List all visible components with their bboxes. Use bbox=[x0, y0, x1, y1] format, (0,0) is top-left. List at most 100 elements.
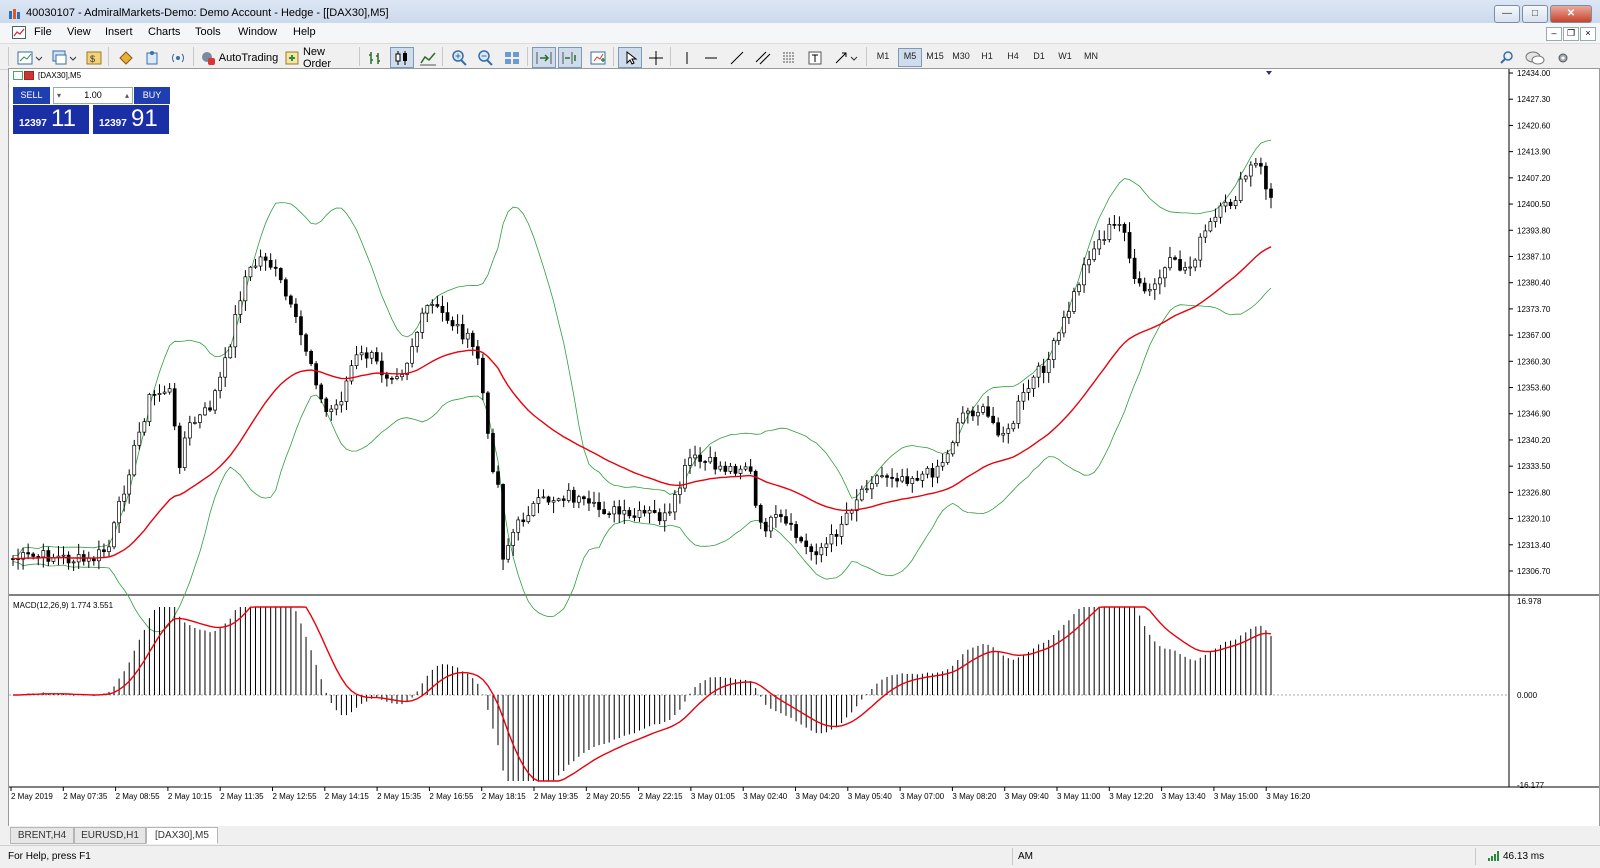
menu-insert[interactable]: Insert bbox=[105, 26, 133, 38]
lot-size-value: 1.00 bbox=[84, 90, 102, 100]
timeframe-m1[interactable]: M1 bbox=[872, 48, 894, 65]
chart-window[interactable]: [DAX30],M5 SELL ▾ 1.00 ▴ BUY 12397 11 12… bbox=[8, 68, 1600, 828]
time-tick-label: 3 May 09:40 bbox=[1005, 792, 1050, 801]
candle-bear bbox=[971, 410, 975, 417]
tile-windows-button[interactable] bbox=[500, 47, 524, 68]
mdi-restore-button[interactable]: ❐ bbox=[1563, 27, 1579, 41]
candle-bull bbox=[1011, 423, 1016, 430]
time-tick-label: 3 May 12:20 bbox=[1109, 792, 1154, 801]
tab-eurusd-h1[interactable]: EURUSD,H1 bbox=[74, 827, 146, 844]
navigator-button[interactable] bbox=[114, 47, 138, 68]
minimize-button[interactable]: — bbox=[1494, 5, 1520, 23]
vertical-line-button[interactable] bbox=[676, 47, 698, 68]
new-order-button[interactable]: New Order bbox=[283, 46, 357, 70]
line-chart-button[interactable] bbox=[416, 47, 440, 68]
profiles-button[interactable] bbox=[48, 47, 80, 68]
candle-bull bbox=[526, 515, 531, 523]
auto-scroll-button[interactable] bbox=[532, 47, 556, 68]
sell-button[interactable]: SELL bbox=[13, 87, 50, 104]
terminal-button[interactable] bbox=[140, 47, 164, 68]
fibonacci-button[interactable] bbox=[778, 47, 800, 68]
mdi-minimize-button[interactable]: – bbox=[1546, 27, 1562, 41]
timeframe-h1[interactable]: H1 bbox=[976, 48, 998, 65]
candle-bear bbox=[1127, 232, 1132, 259]
timeframe-m15[interactable]: M15 bbox=[924, 48, 946, 65]
maximize-button[interactable]: □ bbox=[1522, 5, 1548, 23]
candle-bear bbox=[779, 514, 783, 517]
price-chart: 12434.00 12427.30 12420.60 12413.90 12407.20… bbox=[9, 69, 1599, 801]
timeframe-mn[interactable]: MN bbox=[1080, 48, 1102, 65]
chat-button[interactable] bbox=[1522, 47, 1548, 68]
cursor-button[interactable] bbox=[618, 47, 642, 68]
tab-dax30-m5[interactable]: [DAX30],M5 bbox=[146, 827, 218, 844]
bar-chart-button[interactable] bbox=[364, 47, 388, 68]
zoom-out-button[interactable] bbox=[474, 47, 498, 68]
candle-bull bbox=[1233, 200, 1238, 206]
candle-bull bbox=[1193, 259, 1198, 268]
tab-brent-h4[interactable]: BRENT,H4 bbox=[10, 827, 74, 844]
new-chart-button[interactable] bbox=[14, 47, 46, 68]
time-tick-label: 3 May 01:05 bbox=[691, 792, 736, 801]
candle-bear bbox=[1264, 165, 1268, 190]
time-tick-label: 3 May 16:20 bbox=[1266, 792, 1311, 801]
sell-price-prefix: 12397 bbox=[19, 118, 47, 129]
price-tick-label: 12434.00 bbox=[1517, 69, 1551, 78]
timeframe-w1[interactable]: W1 bbox=[1054, 48, 1076, 65]
lot-increase-icon[interactable]: ▴ bbox=[125, 88, 129, 103]
candle-bull bbox=[167, 388, 172, 393]
candle-bear bbox=[283, 279, 288, 297]
price-tick-label: 12340.20 bbox=[1517, 436, 1551, 445]
menu-window[interactable]: Window bbox=[238, 26, 277, 38]
buy-button[interactable]: BUY bbox=[134, 87, 170, 104]
zoom-in-button[interactable] bbox=[448, 47, 472, 68]
candle-bear bbox=[571, 489, 576, 503]
candle-bull bbox=[213, 390, 217, 411]
lot-decrease-icon[interactable]: ▾ bbox=[57, 88, 61, 103]
trendline-button[interactable] bbox=[726, 47, 748, 68]
zoom-in-icon bbox=[452, 49, 467, 66]
menu-tools[interactable]: Tools bbox=[195, 26, 221, 38]
sell-price-box[interactable]: 12397 11 bbox=[13, 105, 89, 134]
menu-help[interactable]: Help bbox=[293, 26, 316, 38]
menu-file[interactable]: File bbox=[34, 26, 52, 38]
autotrading-button[interactable]: AutoTrading bbox=[198, 47, 280, 68]
candle-bear bbox=[698, 454, 702, 462]
candle-bear bbox=[885, 475, 889, 478]
timeframe-m5[interactable]: M5 bbox=[898, 48, 922, 67]
indicators-button[interactable] bbox=[586, 47, 610, 68]
menu-charts[interactable]: Charts bbox=[148, 26, 180, 38]
close-button[interactable]: ✕ bbox=[1550, 5, 1592, 23]
mdi-close-button[interactable]: × bbox=[1580, 27, 1596, 41]
candle-bull bbox=[1077, 284, 1081, 292]
chart-window-icon[interactable] bbox=[12, 26, 26, 39]
horizontal-line-button[interactable] bbox=[700, 47, 722, 68]
toolbar: $ AutoTrading New Order M1 M5 M15 M30 H1… bbox=[0, 44, 1600, 70]
timeframe-h4[interactable]: H4 bbox=[1002, 48, 1024, 65]
timeframe-d1[interactable]: D1 bbox=[1028, 48, 1050, 65]
text-button[interactable] bbox=[804, 47, 826, 68]
settings-button[interactable] bbox=[1552, 47, 1574, 68]
candle-bull bbox=[400, 374, 404, 378]
market-watch-button[interactable]: $ bbox=[82, 47, 106, 68]
one-click-trading-panel: SELL ▾ 1.00 ▴ BUY 12397 11 12397 91 bbox=[13, 87, 170, 135]
search-button[interactable] bbox=[1496, 47, 1518, 68]
signals-button[interactable] bbox=[166, 47, 190, 68]
candle-bull bbox=[410, 346, 414, 364]
candle-bull bbox=[1102, 239, 1107, 241]
new-chart-icon bbox=[17, 51, 43, 64]
candle-bear bbox=[289, 295, 293, 305]
timeframe-m30[interactable]: M30 bbox=[950, 48, 972, 65]
candle-bull bbox=[1147, 289, 1152, 292]
connection-signal-icon bbox=[1488, 851, 1499, 861]
buy-price-box[interactable]: 12397 91 bbox=[93, 105, 169, 134]
crosshair-button[interactable] bbox=[644, 47, 668, 68]
candle-bull bbox=[854, 499, 859, 512]
candle-bull bbox=[455, 323, 460, 327]
candle-bull bbox=[566, 489, 571, 501]
lot-size-input[interactable]: ▾ 1.00 ▴ bbox=[53, 87, 133, 104]
chart-shift-button[interactable] bbox=[558, 47, 582, 68]
equidistant-channel-button[interactable] bbox=[752, 47, 774, 68]
arrows-dropdown-button[interactable] bbox=[830, 47, 862, 68]
menu-view[interactable]: View bbox=[67, 26, 91, 38]
candlestick-button[interactable] bbox=[390, 47, 414, 68]
